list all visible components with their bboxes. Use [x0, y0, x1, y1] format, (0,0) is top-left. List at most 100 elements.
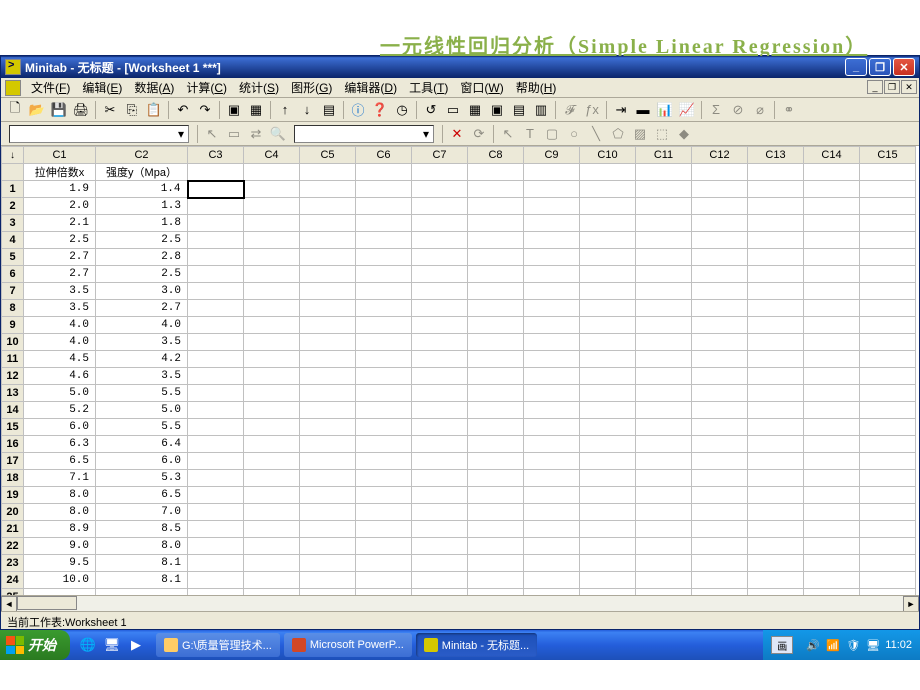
opt2-icon[interactable]: ⊘	[728, 100, 748, 120]
sel-icon[interactable]: ⬚	[652, 124, 672, 144]
col-header-c11[interactable]: C11	[636, 147, 692, 164]
cell[interactable]	[748, 521, 804, 538]
cell[interactable]	[412, 504, 468, 521]
corner-cell[interactable]: ↓	[2, 147, 24, 164]
cell[interactable]	[748, 572, 804, 589]
cell[interactable]	[692, 572, 748, 589]
cell[interactable]	[580, 351, 636, 368]
cell[interactable]	[636, 215, 692, 232]
var-name-c14[interactable]	[804, 164, 860, 181]
cell[interactable]	[468, 181, 524, 198]
cell[interactable]	[188, 572, 244, 589]
cell[interactable]: 2.5	[96, 266, 188, 283]
cell[interactable]	[524, 572, 580, 589]
cell[interactable]	[692, 436, 748, 453]
cell[interactable]	[524, 283, 580, 300]
row-header[interactable]: 18	[2, 470, 24, 487]
cell[interactable]	[244, 249, 300, 266]
cell[interactable]	[748, 436, 804, 453]
cell[interactable]	[356, 385, 412, 402]
cell[interactable]	[636, 283, 692, 300]
cell[interactable]	[524, 266, 580, 283]
cell[interactable]	[300, 334, 356, 351]
cell[interactable]	[636, 572, 692, 589]
cell[interactable]	[692, 232, 748, 249]
graph-layout-icon[interactable]: ▭	[443, 100, 463, 120]
cell[interactable]	[300, 266, 356, 283]
variable-dropdown[interactable]	[9, 125, 189, 143]
menu-d[interactable]: 编辑器(D)	[338, 77, 403, 98]
cell[interactable]	[580, 317, 636, 334]
cell[interactable]	[692, 487, 748, 504]
cell[interactable]	[580, 249, 636, 266]
titlebar[interactable]: Minitab - 无标题 - [Worksheet 1 ***] _ ❐ ✕	[1, 56, 919, 78]
cell[interactable]	[636, 368, 692, 385]
cell[interactable]	[188, 436, 244, 453]
cell[interactable]	[468, 283, 524, 300]
worksheet-area[interactable]: ↓ C1C2C3C4C5C6C7C8C9C10C11C12C13C14C15 拉…	[1, 146, 919, 595]
find-icon[interactable]: 𝓕	[560, 100, 580, 120]
cell[interactable]	[468, 266, 524, 283]
cell[interactable]	[188, 334, 244, 351]
minimize-button[interactable]: _	[845, 58, 867, 76]
cell[interactable]	[300, 283, 356, 300]
cell[interactable]	[468, 555, 524, 572]
cell[interactable]	[244, 351, 300, 368]
cell[interactable]	[412, 419, 468, 436]
cell[interactable]	[244, 198, 300, 215]
cell[interactable]	[804, 470, 860, 487]
cell[interactable]	[468, 351, 524, 368]
copy-icon[interactable]: ⎘	[122, 100, 142, 120]
cell[interactable]	[524, 419, 580, 436]
cell[interactable]	[412, 402, 468, 419]
cell[interactable]	[524, 555, 580, 572]
cell[interactable]	[804, 334, 860, 351]
cell[interactable]	[692, 402, 748, 419]
cell[interactable]	[468, 419, 524, 436]
cell[interactable]: 5.5	[96, 385, 188, 402]
row-header[interactable]: 24	[2, 572, 24, 589]
assign-icon[interactable]: ⇥	[611, 100, 631, 120]
cell[interactable]	[636, 436, 692, 453]
cell[interactable]: 1.4	[96, 181, 188, 198]
cell[interactable]	[300, 589, 356, 596]
cell[interactable]	[188, 589, 244, 596]
sigma-icon[interactable]: Σ	[706, 100, 726, 120]
cell[interactable]: 2.7	[24, 266, 96, 283]
cell[interactable]	[636, 487, 692, 504]
cell[interactable]	[24, 589, 96, 596]
var-name-c2[interactable]: 强度y（Mpa）	[96, 164, 188, 181]
network-icon[interactable]: 📶	[825, 637, 841, 653]
cell[interactable]	[412, 470, 468, 487]
cell[interactable]	[244, 317, 300, 334]
info-icon[interactable]: ⓘ	[348, 100, 368, 120]
marker-icon[interactable]: ◆	[674, 124, 694, 144]
cell[interactable]	[580, 368, 636, 385]
save-icon[interactable]: 💾	[49, 100, 69, 120]
cell[interactable]	[524, 198, 580, 215]
cell[interactable]	[804, 419, 860, 436]
cell[interactable]: 8.0	[96, 538, 188, 555]
cell[interactable]	[244, 368, 300, 385]
cell[interactable]: 2.7	[96, 300, 188, 317]
cell[interactable]: 9.0	[24, 538, 96, 555]
help-icon[interactable]: ❓	[370, 100, 390, 120]
cell[interactable]	[524, 181, 580, 198]
mdi-restore-button[interactable]: ❐	[884, 80, 900, 94]
var-name-c10[interactable]	[580, 164, 636, 181]
cell[interactable]	[188, 181, 244, 198]
col-header-c10[interactable]: C10	[580, 147, 636, 164]
cell[interactable]	[356, 589, 412, 596]
var-name-c8[interactable]	[468, 164, 524, 181]
cell[interactable]	[804, 436, 860, 453]
col-header-c5[interactable]: C5	[300, 147, 356, 164]
tile-icon[interactable]: ▦	[465, 100, 485, 120]
horizontal-scrollbar[interactable]: ◄ ►	[1, 595, 919, 611]
trend-icon[interactable]: 📈	[677, 100, 697, 120]
cell[interactable]	[300, 215, 356, 232]
cell[interactable]	[300, 368, 356, 385]
cell[interactable]	[356, 198, 412, 215]
cell[interactable]: 5.3	[96, 470, 188, 487]
mdi-close-button[interactable]: ✕	[901, 80, 917, 94]
cell[interactable]	[692, 453, 748, 470]
